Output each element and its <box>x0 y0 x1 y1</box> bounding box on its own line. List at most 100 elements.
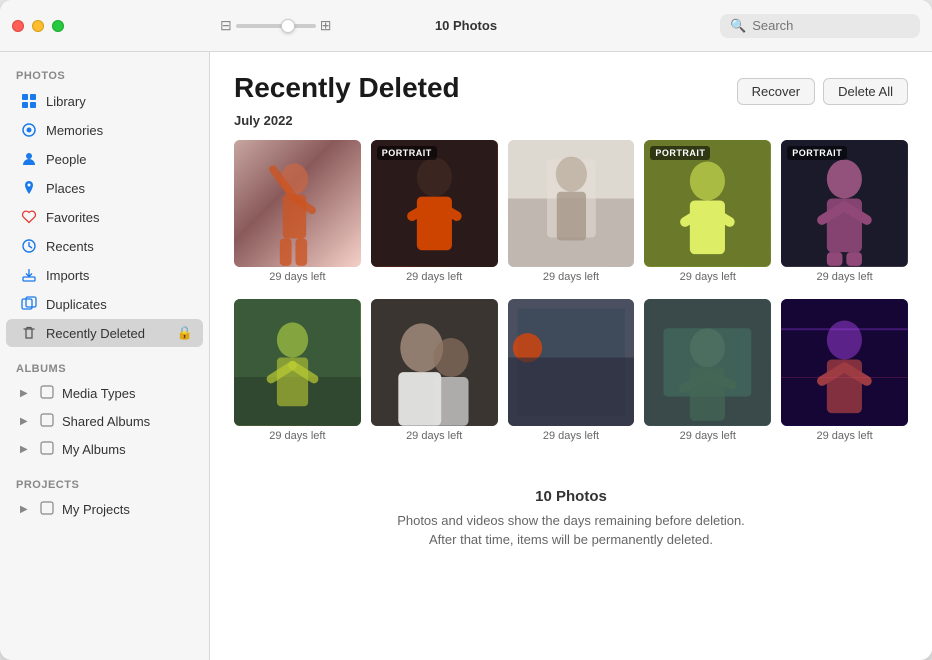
favorites-label: Favorites <box>46 210 193 225</box>
sidebar-item-imports[interactable]: Imports <box>6 261 203 289</box>
sidebar-item-duplicates[interactable]: Duplicates <box>6 290 203 318</box>
photo-image-10 <box>781 299 908 426</box>
sidebar-item-media-types[interactable]: ▶ Media Types <box>6 380 203 407</box>
sidebar-item-memories[interactable]: Memories <box>6 116 203 144</box>
portrait-badge-4: PORTRAIT <box>650 146 710 160</box>
photo-item-6[interactable]: 29 days left <box>234 299 361 442</box>
duplicates-label: Duplicates <box>46 297 193 312</box>
library-label: Library <box>46 94 193 109</box>
photo-image-3 <box>508 140 635 267</box>
photo-thumb-10 <box>781 299 908 426</box>
memories-label: Memories <box>46 123 193 138</box>
app-window: ⊟ ⊞ 10 Photos 🔍 Photos Libra <box>0 0 932 660</box>
traffic-lights <box>12 20 64 32</box>
photo-7-caption: 29 days left <box>371 430 498 442</box>
close-button[interactable] <box>12 20 24 32</box>
memories-icon <box>20 121 38 139</box>
minimize-button[interactable] <box>32 20 44 32</box>
projects-section-label: Projects <box>0 471 209 495</box>
photo-item-1[interactable]: 29 days left <box>234 140 361 283</box>
footer-count: 10 Photos <box>234 488 908 505</box>
zoom-in-icon[interactable]: ⊞ <box>320 17 332 34</box>
maximize-button[interactable] <box>52 20 64 32</box>
delete-all-button[interactable]: Delete All <box>823 78 908 105</box>
photo-item-10[interactable]: 29 days left <box>781 299 908 442</box>
search-input[interactable] <box>752 18 892 33</box>
titlebar-photo-count: 10 Photos <box>435 18 497 33</box>
imports-icon <box>20 266 38 284</box>
photo-item-7[interactable]: 29 days left <box>371 299 498 442</box>
my-albums-chevron-icon: ▶ <box>20 444 32 455</box>
my-albums-icon <box>40 441 54 458</box>
recently-deleted-label: Recently Deleted <box>46 326 169 341</box>
shared-albums-icon <box>40 413 54 430</box>
photo-image-6 <box>234 299 361 426</box>
photo-grid-row1: 29 days left <box>234 140 908 283</box>
zoom-out-icon[interactable]: ⊟ <box>220 17 232 34</box>
photo-9-caption: 29 days left <box>644 430 771 442</box>
duplicates-icon <box>20 295 38 313</box>
photo-2-caption: 29 days left <box>371 271 498 283</box>
photo-thumb-5: PORTRAIT <box>781 140 908 267</box>
photo-thumb-1 <box>234 140 361 267</box>
sidebar-item-favorites[interactable]: Favorites <box>6 203 203 231</box>
photo-grid-row2: 29 days left <box>234 299 908 442</box>
photo-image-7 <box>371 299 498 426</box>
people-label: People <box>46 152 193 167</box>
shared-albums-chevron-icon: ▶ <box>20 416 32 427</box>
search-icon: 🔍 <box>730 18 746 34</box>
photo-thumb-3 <box>508 140 635 267</box>
shared-albums-label: Shared Albums <box>62 414 150 429</box>
media-types-icon <box>40 385 54 402</box>
photo-item-2[interactable]: PORTRAIT 29 days left <box>371 140 498 283</box>
favorites-icon <box>20 208 38 226</box>
photo-item-3[interactable]: 29 days left <box>508 140 635 283</box>
sidebar-item-shared-albums[interactable]: ▶ Shared Albums <box>6 408 203 435</box>
photo-4-caption: 29 days left <box>644 271 771 283</box>
page-title: Recently Deleted <box>234 72 460 104</box>
photo-item-9[interactable]: 29 days left <box>644 299 771 442</box>
photo-item-5[interactable]: PORTRAIT 29 days left <box>781 140 908 283</box>
places-label: Places <box>46 181 193 196</box>
search-bar[interactable]: 🔍 <box>720 14 920 38</box>
library-icon <box>20 92 38 110</box>
photo-6-caption: 29 days left <box>234 430 361 442</box>
sidebar-item-library[interactable]: Library <box>6 87 203 115</box>
zoom-slider[interactable] <box>236 24 316 28</box>
my-projects-icon <box>40 501 54 518</box>
photo-image-9 <box>644 299 771 426</box>
portrait-badge-2: PORTRAIT <box>377 146 437 160</box>
sidebar: Photos Library Memories People <box>0 52 210 660</box>
photo-5-caption: 29 days left <box>781 271 908 283</box>
sidebar-item-my-albums[interactable]: ▶ My Albums <box>6 436 203 463</box>
sidebar-item-recents[interactable]: Recents <box>6 232 203 260</box>
photo-thumb-6 <box>234 299 361 426</box>
content-header: Recently Deleted Recover Delete All <box>234 72 908 105</box>
photo-item-8[interactable]: 29 days left <box>508 299 635 442</box>
sidebar-item-recently-deleted[interactable]: Recently Deleted 🔒 <box>6 319 203 347</box>
photo-10-caption: 29 days left <box>781 430 908 442</box>
recover-button[interactable]: Recover <box>737 78 815 105</box>
photo-thumb-9 <box>644 299 771 426</box>
imports-label: Imports <box>46 268 193 283</box>
my-projects-chevron-icon: ▶ <box>20 504 32 515</box>
titlebar: ⊟ ⊞ 10 Photos 🔍 <box>0 0 932 52</box>
lock-icon: 🔒 <box>177 325 193 341</box>
photo-image-8 <box>508 299 635 426</box>
media-types-label: Media Types <box>62 386 135 401</box>
recents-icon <box>20 237 38 255</box>
recents-label: Recents <box>46 239 193 254</box>
sidebar-item-places[interactable]: Places <box>6 174 203 202</box>
photo-8-caption: 29 days left <box>508 430 635 442</box>
places-icon <box>20 179 38 197</box>
sidebar-item-my-projects[interactable]: ▶ My Projects <box>6 496 203 523</box>
photo-thumb-4: PORTRAIT <box>644 140 771 267</box>
photos-section-label: Photos <box>0 62 209 86</box>
photo-thumb-7 <box>371 299 498 426</box>
photo-image-1 <box>234 140 361 267</box>
photo-thumb-2: PORTRAIT <box>371 140 498 267</box>
photo-item-4[interactable]: PORTRAIT 29 days left <box>644 140 771 283</box>
portrait-badge-5: PORTRAIT <box>787 146 847 160</box>
action-buttons: Recover Delete All <box>737 78 908 105</box>
sidebar-item-people[interactable]: People <box>6 145 203 173</box>
